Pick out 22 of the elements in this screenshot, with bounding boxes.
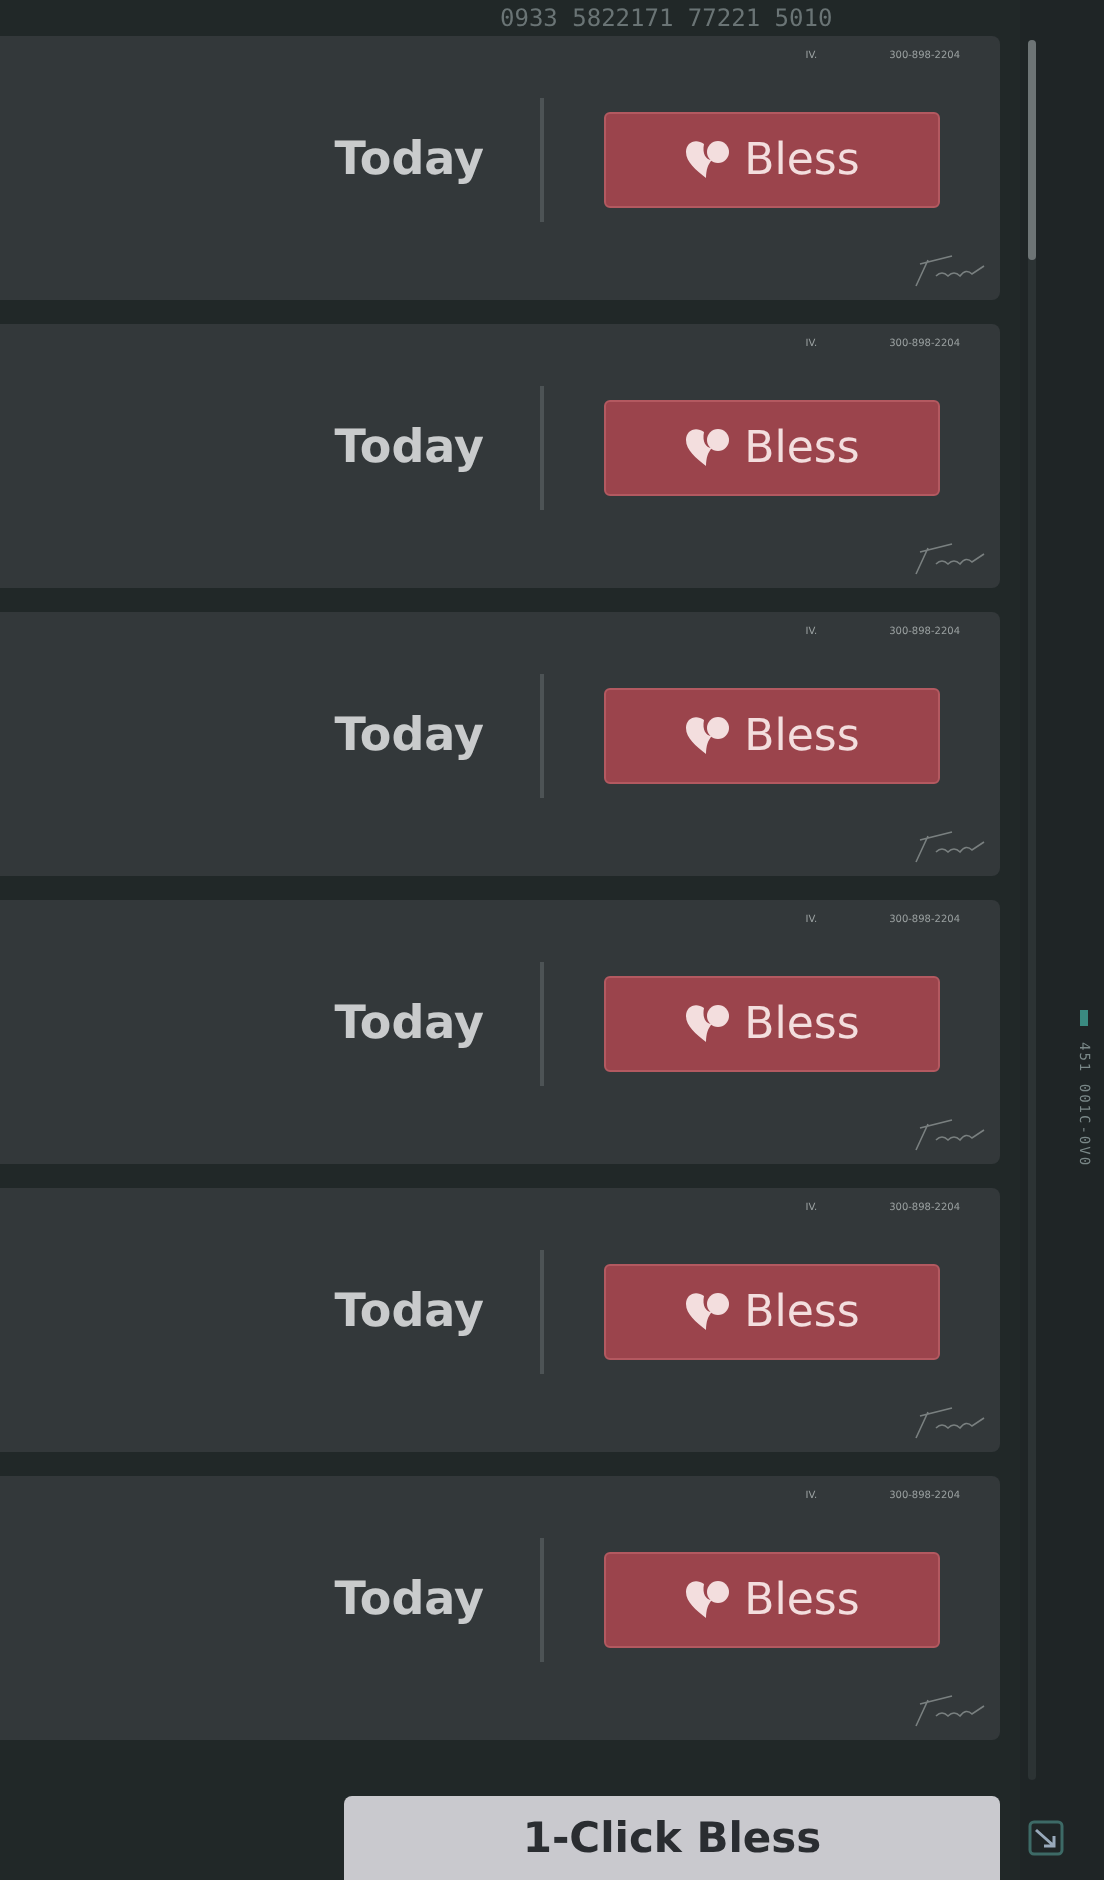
bless-button[interactable]: Bless: [604, 1264, 940, 1360]
date-label: Today: [334, 422, 484, 474]
date-label: Today: [334, 1286, 484, 1338]
date-label: Today: [334, 134, 484, 186]
indicator-icon: [1080, 1010, 1088, 1026]
date-label: Today: [334, 1574, 484, 1626]
heart-icon: [684, 714, 733, 758]
heart-icon: [684, 1290, 733, 1334]
one-click-bless-button[interactable]: 1-Click Bless: [344, 1796, 1000, 1880]
heart-icon: [684, 1578, 733, 1622]
bless-button[interactable]: Bless: [604, 976, 940, 1072]
date-label: Today: [334, 710, 484, 762]
date-label: Today: [334, 998, 484, 1050]
background-code: 0933 5822171 77221 5010: [498, 2, 835, 36]
heart-icon: [684, 138, 733, 182]
heart-icon: [684, 426, 733, 470]
resize-icon[interactable]: [1028, 1820, 1064, 1856]
bless-button[interactable]: Bless: [604, 1552, 940, 1648]
bless-button[interactable]: Bless: [604, 112, 940, 208]
bless-button[interactable]: Bless: [604, 400, 940, 496]
heart-icon: [684, 1002, 733, 1046]
bless-button[interactable]: Bless: [604, 688, 940, 784]
